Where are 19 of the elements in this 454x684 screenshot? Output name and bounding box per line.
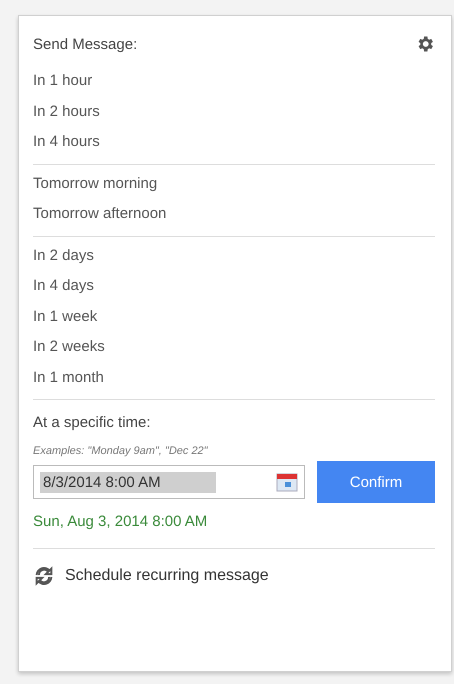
popup-title: Send Message: xyxy=(33,36,138,52)
time-option[interactable]: In 1 week xyxy=(33,302,435,332)
calendar-icon[interactable] xyxy=(276,472,298,492)
time-option[interactable]: In 1 hour xyxy=(33,66,435,96)
time-option[interactable]: In 4 hours xyxy=(33,127,435,158)
time-option[interactable]: Tomorrow afternoon xyxy=(33,199,435,230)
recurring-link[interactable]: Schedule recurring message xyxy=(65,567,269,585)
time-option[interactable]: In 2 days xyxy=(33,240,435,271)
date-input[interactable]: 8/3/2014 8:00 AM xyxy=(33,465,305,499)
parsed-date: Sun, Aug 3, 2014 8:00 AM xyxy=(33,513,435,549)
refresh-icon[interactable] xyxy=(33,565,55,587)
time-option[interactable]: In 1 month xyxy=(33,362,435,393)
time-option[interactable]: In 2 weeks xyxy=(33,332,435,362)
specific-time-label: At a specific time: xyxy=(33,414,152,431)
confirm-button[interactable]: Confirm xyxy=(317,461,435,503)
examples-hint: Examples: "Monday 9am", "Dec 22" xyxy=(33,445,209,457)
time-option[interactable]: In 2 hours xyxy=(33,96,435,127)
time-option[interactable]: Tomorrow morning xyxy=(33,168,435,199)
time-option[interactable]: In 4 days xyxy=(33,271,435,302)
